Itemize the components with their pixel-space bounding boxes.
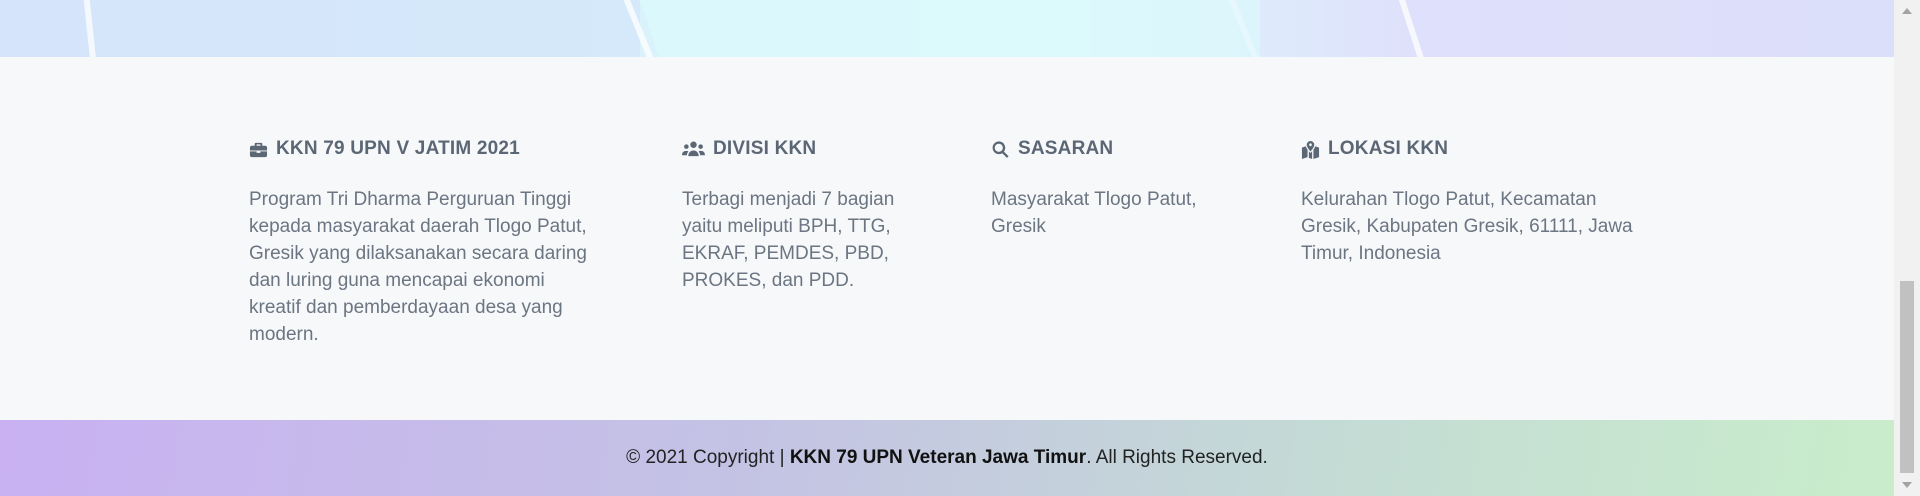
target-title: SASARAN bbox=[1018, 138, 1114, 159]
map-marked-icon bbox=[1301, 140, 1320, 159]
footer-column-title: KKN 79 UPN V JATIM 2021 bbox=[249, 138, 609, 160]
briefcase-icon bbox=[249, 142, 268, 157]
copyright-bar: © 2021 Copyright | KKN 79 UPN Veteran Ja… bbox=[0, 420, 1894, 496]
scrollbar-thumb[interactable] bbox=[1900, 281, 1914, 473]
location-text: Kelurahan Tlogo Patut, Kecamatan Gresik,… bbox=[1301, 189, 1633, 264]
divisions-title: DIVISI KKN bbox=[713, 138, 817, 159]
about-text: Program Tri Dharma Perguruan Tinggi kepa… bbox=[249, 189, 587, 345]
location-title: LOKASI KKN bbox=[1328, 138, 1449, 159]
footer-column-location: LOKASI KKN Kelurahan Tlogo Patut, Kecama… bbox=[1301, 138, 1661, 267]
users-icon bbox=[682, 141, 705, 156]
hero-banner-bottom bbox=[0, 0, 1894, 57]
footer-info-section: KKN 79 UPN V JATIM 2021 Program Tri Dhar… bbox=[0, 57, 1894, 420]
target-text: Masyarakat Tlogo Patut, Gresik bbox=[991, 189, 1197, 237]
footer-column-divisions: DIVISI KKN Terbagi menjadi 7 bagian yait… bbox=[682, 138, 942, 294]
about-title: KKN 79 UPN V JATIM 2021 bbox=[276, 138, 520, 159]
scroll-down-icon[interactable] bbox=[1902, 482, 1912, 488]
footer-column-title: LOKASI KKN bbox=[1301, 138, 1661, 160]
page: KKN 79 UPN V JATIM 2021 Program Tri Dhar… bbox=[0, 0, 1894, 496]
vertical-scrollbar[interactable] bbox=[1894, 0, 1920, 496]
copyright-org: KKN 79 UPN Veteran Jawa Timur bbox=[789, 447, 1087, 468]
scroll-up-icon[interactable] bbox=[1902, 8, 1912, 14]
search-icon bbox=[992, 140, 1009, 158]
copyright-text: © 2021 Copyright | KKN 79 UPN Veteran Ja… bbox=[626, 447, 1268, 468]
divisions-text: Terbagi menjadi 7 bagian yaitu meliputi … bbox=[682, 189, 895, 291]
footer-column-title: SASARAN bbox=[991, 138, 1251, 160]
footer-column-target: SASARAN Masyarakat Tlogo Patut, Gresik bbox=[991, 138, 1251, 240]
footer-column-about: KKN 79 UPN V JATIM 2021 Program Tri Dhar… bbox=[249, 138, 609, 348]
footer-column-title: DIVISI KKN bbox=[682, 138, 942, 160]
